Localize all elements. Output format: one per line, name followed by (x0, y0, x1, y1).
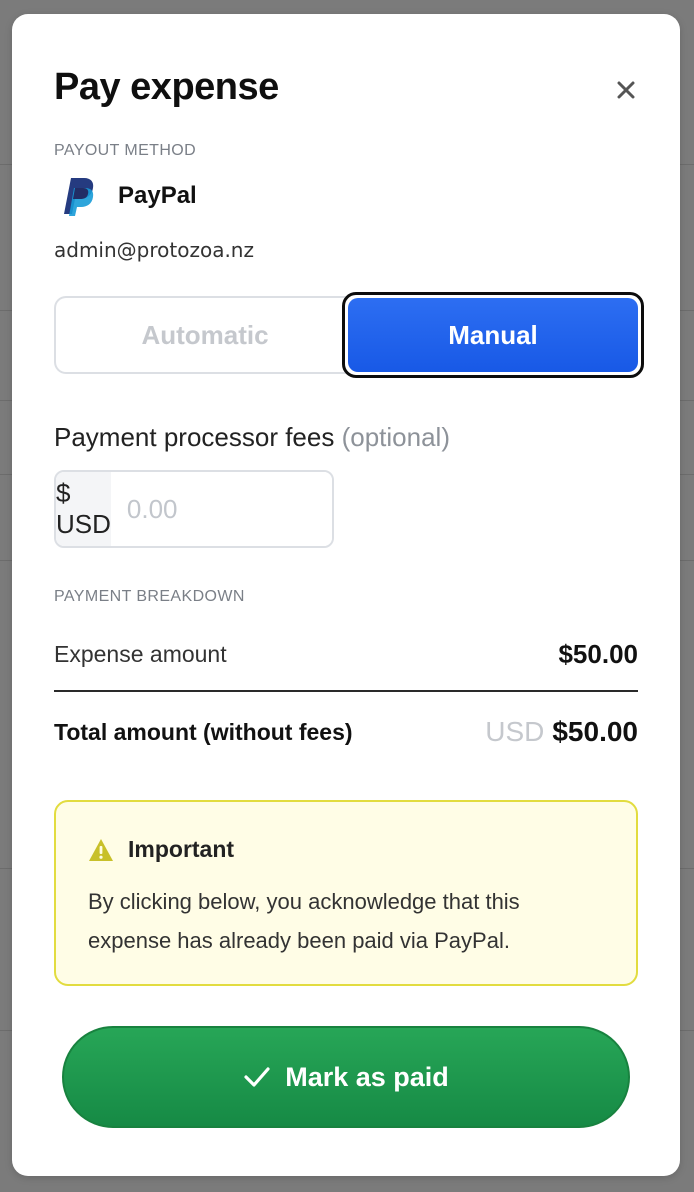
payout-method-label: PAYOUT METHOD (54, 142, 197, 159)
notice-title: Important (128, 836, 235, 862)
currency-prefix: $ USD (56, 472, 111, 546)
pay-expense-dialog: Pay expense PAYOUT METHOD PayPal admin@p… (12, 14, 680, 1176)
total-amount: USD $50.00 (485, 716, 638, 748)
mark-as-paid-button[interactable]: Mark as paid (62, 1026, 630, 1128)
total-amount-label: Total amount (without fees) (54, 718, 353, 745)
total-amount-row: Total amount (without fees) USD $50.00 (54, 712, 638, 752)
warning-icon (89, 838, 113, 861)
payout-method: PayPal (54, 174, 197, 218)
total-currency: USD (485, 716, 545, 747)
expense-amount-value: $50.00 (558, 638, 638, 669)
mark-as-paid-label: Mark as paid (285, 1061, 449, 1092)
payout-method-name: PayPal (118, 182, 197, 209)
dialog-title: Pay expense (54, 66, 279, 108)
automatic-option[interactable]: Automatic (54, 296, 354, 374)
payment-breakdown-label: PAYMENT BREAKDOWN (54, 588, 245, 605)
manual-option[interactable]: Manual (342, 292, 644, 378)
fees-input-group: $ USD (54, 470, 334, 548)
notice-body: By clicking below, you acknowledge that … (88, 889, 520, 953)
expense-amount-row: Expense amount $50.00 (54, 636, 638, 672)
payment-mode-toggle: Automatic Manual (54, 292, 644, 378)
important-notice: Important By clicking below, you acknowl… (54, 800, 638, 986)
paypal-logo-icon (64, 178, 94, 216)
manual-option-label: Manual (348, 298, 638, 372)
fees-amount-input[interactable] (110, 472, 332, 546)
fees-optional-text: (optional) (341, 422, 450, 452)
close-icon (617, 81, 635, 99)
expense-amount-label: Expense amount (54, 640, 227, 667)
payout-email: admin@protozoa.nz (54, 238, 254, 262)
breakdown-divider (54, 690, 638, 692)
total-amount-value: $50.00 (552, 716, 638, 747)
fees-label: Payment processor fees (optional) (54, 422, 450, 453)
notice-header: Important (88, 836, 234, 863)
fees-label-text: Payment processor fees (54, 422, 335, 452)
close-button[interactable] (610, 74, 642, 106)
check-icon (244, 1067, 270, 1087)
